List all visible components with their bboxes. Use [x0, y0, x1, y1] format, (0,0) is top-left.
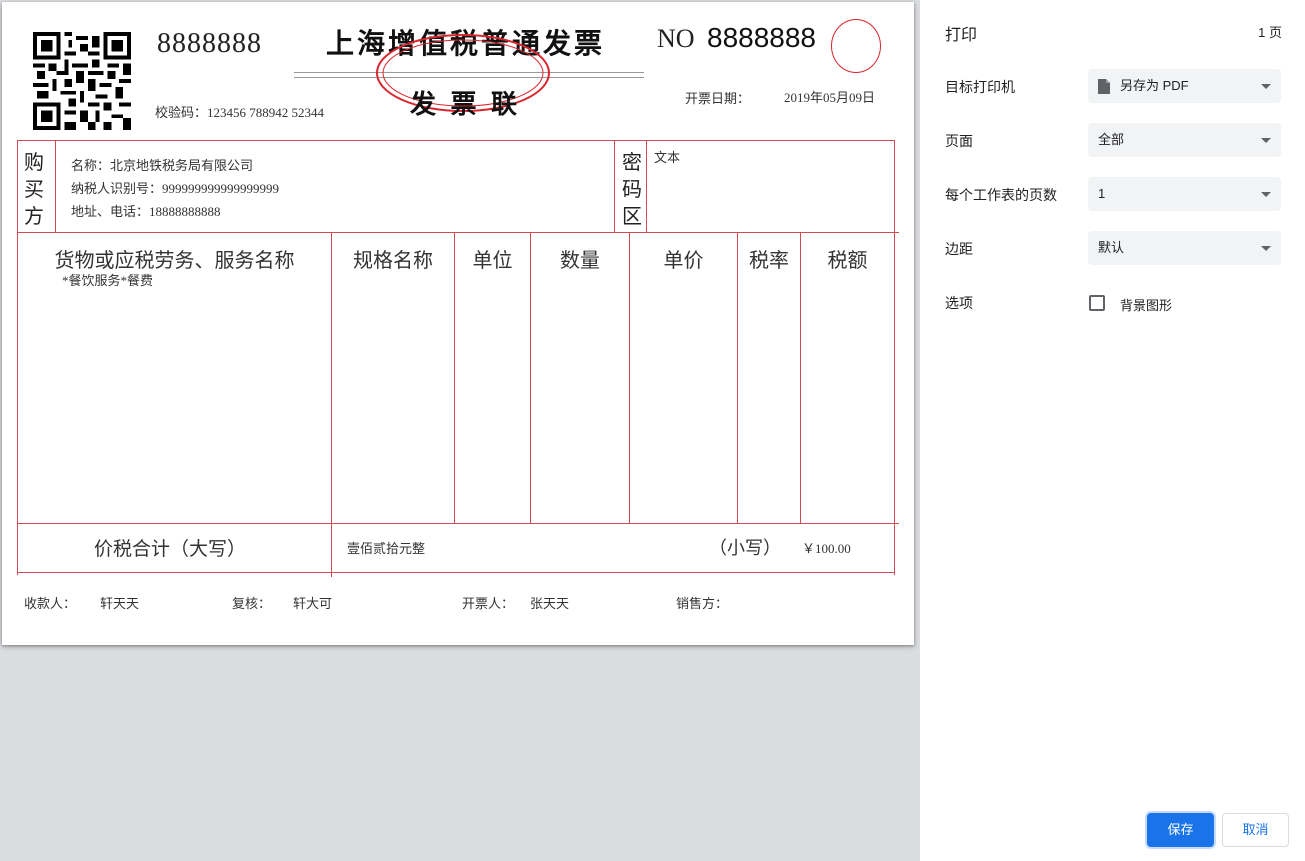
buyer-divider: [55, 140, 56, 233]
col-header-spec: 规格名称: [353, 250, 433, 272]
buyer-label: 购买方: [24, 152, 44, 228]
items-top-border: [17, 232, 899, 233]
margins-select[interactable]: 默认: [1088, 231, 1281, 265]
cipher-divider-right: [646, 140, 647, 233]
pages-label: 页面: [945, 133, 973, 149]
per-sheet-select[interactable]: 1: [1088, 177, 1281, 211]
chevron-down-icon: [1261, 192, 1271, 197]
chevron-down-icon: [1261, 84, 1271, 89]
buyer-tax-id: 纳税人识别号：999999999999999999: [71, 181, 280, 196]
save-button[interactable]: 保存: [1147, 813, 1214, 847]
chevron-down-icon: [1261, 246, 1271, 251]
invoice-page: 8888888 上海增值税普通发票 发 票 联 NO 8888888 校验码：1…: [2, 2, 914, 645]
col-header-tax-amount: 税额: [827, 250, 868, 272]
pages-select[interactable]: 全部: [1088, 123, 1281, 157]
buyer-name: 名称：北京地铁税务局有限公司: [71, 158, 254, 173]
seller-label: 销售方：: [676, 596, 729, 611]
cancel-button[interactable]: 取消: [1222, 813, 1289, 847]
cipher-label: 密码区: [622, 152, 642, 228]
payee-label: 收款人：: [24, 596, 77, 611]
print-preview-area: 8888888 上海增值税普通发票 发 票 联 NO 8888888 校验码：1…: [0, 0, 920, 861]
buyer-address: 地址、电话：18888888888: [71, 204, 221, 219]
printer-label: 目标打印机: [945, 79, 1015, 95]
check-code: 校验码：123456 788942 52344: [155, 105, 325, 120]
printer-value: 另存为 PDF: [1120, 78, 1189, 93]
print-settings-panel: 打印 1 页 目标打印机 另存为 PDF 页面 全部 每个工作表的页数 1 边距…: [920, 0, 1305, 861]
col-divider-4: [629, 232, 630, 523]
small-value: ￥100.00: [802, 541, 851, 556]
total-label: 价税合计（大写）: [94, 539, 247, 560]
page-count: 1 页: [1258, 25, 1282, 40]
date-value: 2019年05月09日: [784, 90, 876, 105]
pages-value: 全部: [1098, 132, 1125, 147]
col-divider-5: [737, 232, 738, 523]
qr-code: [33, 32, 131, 130]
printer-select[interactable]: 另存为 PDF: [1088, 69, 1281, 103]
file-icon: [1098, 79, 1110, 94]
date-label: 开票日期：: [685, 91, 751, 106]
reviewer-label: 复核：: [232, 596, 272, 611]
col-header-price: 单价: [663, 250, 704, 272]
invoice-subtitle: 发 票 联: [410, 90, 522, 119]
cipher-divider-left: [614, 140, 615, 233]
small-label: （小写）: [709, 538, 781, 558]
items-bottom-border: [17, 523, 899, 524]
bg-graphics-checkbox[interactable]: [1089, 295, 1105, 311]
total-bottom-border: [17, 572, 895, 573]
col-divider-3: [530, 232, 531, 523]
col-divider-6: [800, 232, 801, 523]
red-circle-stamp: [831, 19, 881, 73]
col-header-quantity: 数量: [560, 250, 600, 272]
col-header-name: 货物或应税劳务、服务名称: [54, 250, 295, 272]
col-header-unit: 单位: [472, 250, 513, 272]
invoice-no-value: 8888888: [707, 22, 817, 53]
item-name: *餐饮服务*餐费: [62, 273, 154, 288]
bg-graphics-label[interactable]: 背景图形: [1120, 295, 1172, 314]
reviewer-name: 轩大可: [293, 596, 333, 611]
per-sheet-value: 1: [1098, 186, 1106, 201]
cipher-text: 文本: [654, 150, 681, 165]
options-label: 选项: [945, 295, 973, 311]
margins-label: 边距: [945, 241, 973, 257]
col-header-tax-rate: 税率: [749, 250, 789, 272]
issuer-label: 开票人：: [462, 596, 515, 611]
per-sheet-label: 每个工作表的页数: [945, 187, 1057, 203]
margins-value: 默认: [1098, 240, 1125, 255]
invoice-code-number: 8888888: [157, 28, 262, 59]
print-title: 打印: [945, 27, 978, 44]
issuer-name: 张天天: [530, 596, 570, 611]
col-divider-2: [454, 232, 455, 523]
no-label: NO: [657, 24, 695, 53]
payee-name: 轩天天: [100, 596, 140, 611]
total-uppercase: 壹佰贰拾元整: [347, 541, 426, 556]
col-divider-1: [331, 232, 332, 577]
chevron-down-icon: [1261, 138, 1271, 143]
